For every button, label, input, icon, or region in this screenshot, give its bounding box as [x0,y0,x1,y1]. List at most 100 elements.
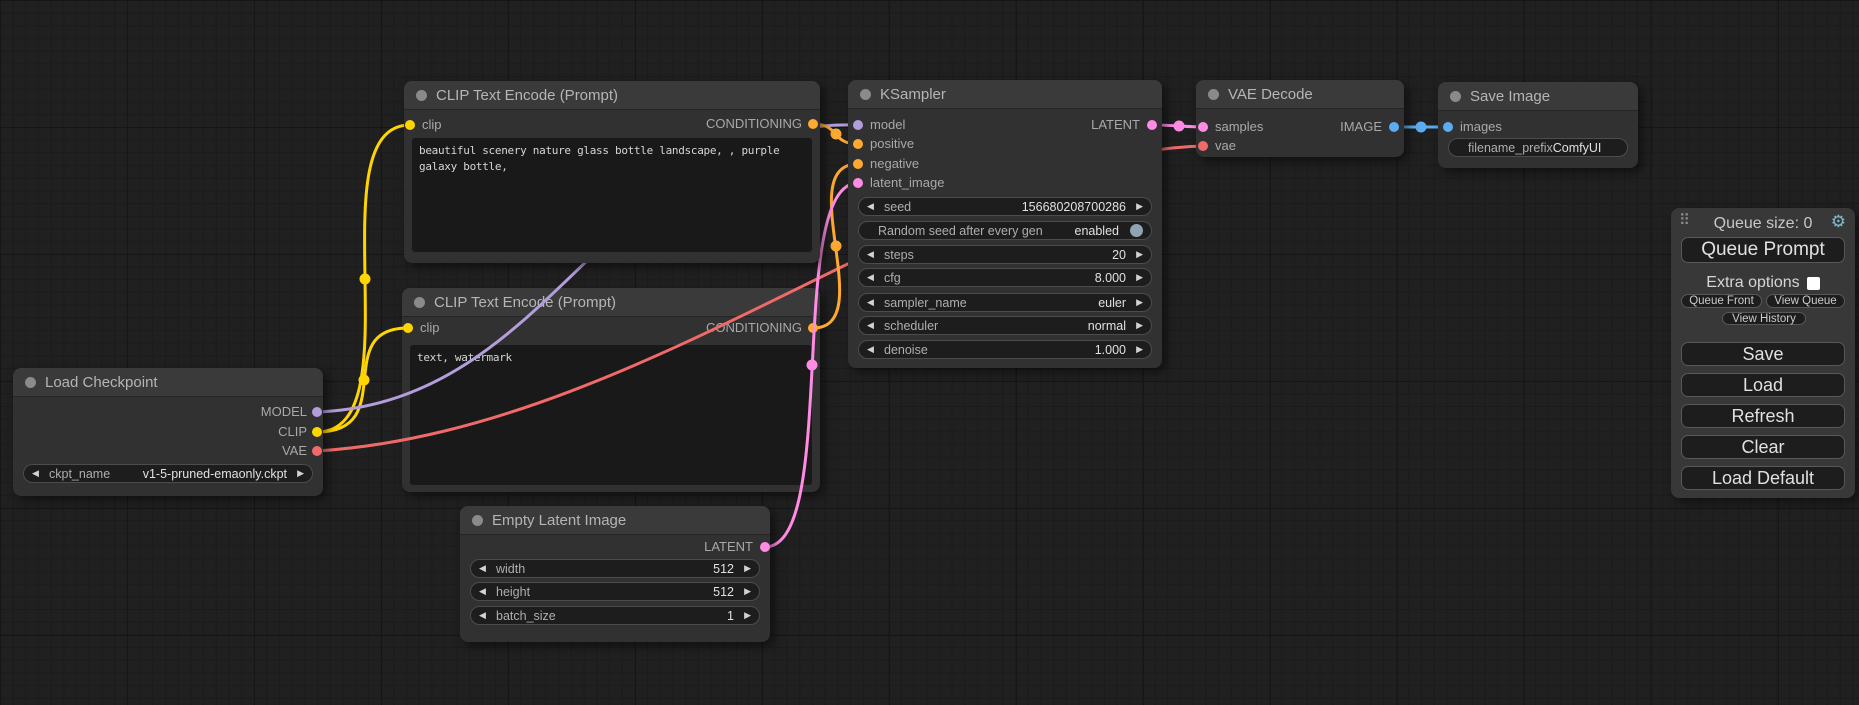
node-load-checkpoint[interactable]: Load Checkpoint MODEL CLIP VAE ◀ ckpt_na… [13,368,323,496]
node-titlebar[interactable]: Empty Latent Image [460,506,770,534]
next-value-icon[interactable]: ▶ [1131,297,1143,308]
prev-value-icon[interactable]: ◀ [867,320,879,331]
denoise-widget[interactable]: ◀ denoise 1.000 ▶ [858,340,1152,359]
output-socket-conditioning[interactable] [808,119,818,129]
node-save-image[interactable]: Save Image images filename_prefix ComfyU… [1438,82,1638,168]
view-queue-button[interactable]: View Queue [1766,294,1845,308]
node-titlebar[interactable]: CLIP Text Encode (Prompt) [402,288,820,316]
input-socket-positive[interactable] [853,139,863,149]
output-socket-model[interactable] [312,407,322,417]
queue-menu-panel[interactable]: ⠿ Queue size: 0 ⚙ Queue Prompt Extra opt… [1671,208,1855,498]
link-midpoint-dot [359,375,370,386]
node-title: Empty Latent Image [492,512,626,529]
next-value-icon[interactable]: ▶ [1131,272,1143,283]
prev-value-icon[interactable]: ◀ [479,563,491,574]
next-value-icon[interactable]: ▶ [292,468,304,479]
filename-prefix-widget[interactable]: filename_prefix ComfyUI [1448,138,1628,157]
node-vae-decode[interactable]: VAE Decode samples vae IMAGE [1196,80,1404,157]
input-socket-model[interactable] [853,120,863,130]
queue-size-label: Queue size: 0 [1671,215,1855,233]
input-socket-images[interactable] [1443,122,1453,132]
node-titlebar[interactable]: CLIP Text Encode (Prompt) [404,81,820,109]
next-value-icon[interactable]: ▶ [1131,201,1143,212]
node-titlebar[interactable]: Load Checkpoint [13,368,323,396]
settings-gear-icon[interactable]: ⚙ [1831,213,1846,230]
input-socket-latent-image[interactable] [853,178,863,188]
output-socket-conditioning[interactable] [808,323,818,333]
view-history-button[interactable]: View History [1722,312,1806,325]
input-label-positive: positive [870,135,914,153]
input-label-clip: clip [422,116,442,134]
prev-value-icon[interactable]: ◀ [32,468,44,479]
seed-widget[interactable]: ◀ seed 156680208700286 ▶ [858,197,1152,216]
collapse-dot-icon[interactable] [860,89,871,100]
ckpt-name-widget[interactable]: ◀ ckpt_name v1-5-pruned-emaonly.ckpt ▶ [23,464,313,483]
load-default-button[interactable]: Load Default [1681,466,1845,490]
clear-button[interactable]: Clear [1681,435,1845,459]
widget-value: 156680208700286 [911,200,1126,214]
widget-value: 1 [556,609,734,623]
widget-value: normal [938,319,1126,333]
prev-value-icon[interactable]: ◀ [867,297,879,308]
collapse-dot-icon[interactable] [25,377,36,388]
collapse-dot-icon[interactable] [472,515,483,526]
random-seed-widget[interactable]: Random seed after every gen enabled [858,221,1152,240]
output-socket-vae[interactable] [312,446,322,456]
node-title: KSampler [880,86,946,103]
output-socket-image[interactable] [1389,122,1399,132]
input-socket-samples[interactable] [1198,122,1208,132]
scheduler-widget[interactable]: ◀ scheduler normal ▶ [858,316,1152,335]
input-socket-negative[interactable] [853,159,863,169]
widget-value: ComfyUI [1553,141,1602,155]
collapse-dot-icon[interactable] [1450,91,1461,102]
input-socket-vae[interactable] [1198,141,1208,151]
collapse-dot-icon[interactable] [1208,89,1219,100]
steps-widget[interactable]: ◀ steps 20 ▶ [858,245,1152,264]
link-midpoint-dot [360,274,371,285]
batch-size-widget[interactable]: ◀ batch_size 1 ▶ [470,606,760,625]
input-socket-clip[interactable] [403,323,413,333]
input-label-samples: samples [1215,118,1263,136]
positive-prompt-textarea[interactable]: beautiful scenery nature glass bottle la… [412,138,812,252]
node-titlebar[interactable]: Save Image [1438,82,1638,110]
input-socket-clip[interactable] [405,120,415,130]
extra-options-checkbox[interactable] [1807,277,1820,290]
collapse-dot-icon[interactable] [416,90,427,101]
prev-value-icon[interactable]: ◀ [867,201,879,212]
width-widget[interactable]: ◀ width 512 ▶ [470,559,760,578]
cfg-widget[interactable]: ◀ cfg 8.000 ▶ [858,268,1152,287]
output-label-vae: VAE [282,442,307,460]
sampler-name-widget[interactable]: ◀ sampler_name euler ▶ [858,293,1152,312]
node-ksampler[interactable]: KSampler model positive negative latent_… [848,80,1162,368]
prev-value-icon[interactable]: ◀ [867,249,879,260]
next-value-icon[interactable]: ▶ [739,610,751,621]
prev-value-icon[interactable]: ◀ [867,344,879,355]
queue-prompt-button[interactable]: Queue Prompt [1681,237,1845,263]
node-titlebar[interactable]: KSampler [848,80,1162,108]
enabled-toggle-icon[interactable] [1130,224,1143,237]
next-value-icon[interactable]: ▶ [1131,320,1143,331]
output-socket-latent[interactable] [1147,120,1157,130]
node-empty-latent-image[interactable]: Empty Latent Image LATENT ◀ width 512 ▶ … [460,506,770,642]
next-value-icon[interactable]: ▶ [1131,249,1143,260]
node-titlebar[interactable]: VAE Decode [1196,80,1404,108]
collapse-dot-icon[interactable] [414,297,425,308]
negative-prompt-textarea[interactable]: text, watermark [410,345,812,485]
output-socket-clip[interactable] [312,427,322,437]
load-button[interactable]: Load [1681,373,1845,397]
node-clip-text-encode-positive[interactable]: CLIP Text Encode (Prompt) clip CONDITION… [404,81,820,263]
prev-value-icon[interactable]: ◀ [867,272,879,283]
node-title: CLIP Text Encode (Prompt) [436,87,618,104]
refresh-button[interactable]: Refresh [1681,404,1845,428]
next-value-icon[interactable]: ▶ [739,586,751,597]
next-value-icon[interactable]: ▶ [739,563,751,574]
height-widget[interactable]: ◀ height 512 ▶ [470,582,760,601]
link-midpoint-dot [831,129,842,140]
next-value-icon[interactable]: ▶ [1131,344,1143,355]
queue-front-button[interactable]: Queue Front [1681,294,1762,308]
output-socket-latent[interactable] [760,542,770,552]
save-button[interactable]: Save [1681,342,1845,366]
node-clip-text-encode-negative[interactable]: CLIP Text Encode (Prompt) clip CONDITION… [402,288,820,492]
prev-value-icon[interactable]: ◀ [479,610,491,621]
prev-value-icon[interactable]: ◀ [479,586,491,597]
